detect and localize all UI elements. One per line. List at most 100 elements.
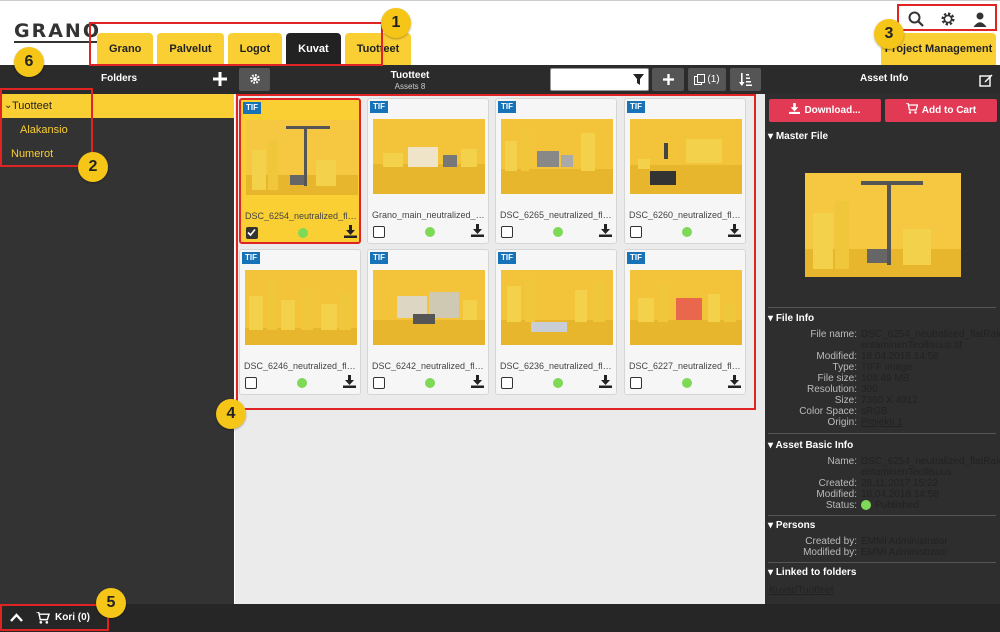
published-status-icon [682, 227, 692, 237]
download-icon[interactable] [599, 375, 612, 388]
download-icon[interactable] [728, 224, 741, 237]
info-key: Color Space: [799, 406, 857, 417]
info-key: Modified by: [803, 547, 857, 558]
callout-badge: 1 [381, 8, 411, 38]
download-icon[interactable] [471, 224, 484, 237]
search-icon[interactable] [908, 11, 924, 27]
persons-header[interactable]: ▾ Persons [768, 520, 815, 531]
select-checkbox[interactable] [501, 377, 513, 389]
check-icon [247, 228, 256, 237]
selection-count: (1) [707, 74, 720, 85]
asset-card[interactable]: TIF DSC_6242_neutralized_flatKoulutus [367, 249, 489, 395]
tab-logot[interactable]: Logot [227, 33, 283, 65]
chevron-up-icon[interactable] [10, 613, 23, 622]
tab-grano[interactable]: Grano [97, 33, 154, 65]
download-icon[interactable] [343, 375, 356, 388]
selection-button[interactable]: (1) [688, 68, 726, 91]
info-key: File size: [817, 373, 857, 384]
edit-icon[interactable] [979, 73, 993, 87]
asset-filename: Grano_main_neutralized_flat [372, 210, 486, 220]
asset-basic-header[interactable]: ▾ Asset Basic Info [768, 440, 853, 451]
file-type-badge: TIF [243, 102, 261, 114]
published-status-icon [298, 228, 308, 238]
asset-card[interactable]: TIF DSC_6260_neutralized_flatTyo [624, 98, 746, 244]
select-checkbox[interactable] [630, 377, 642, 389]
download-icon[interactable] [728, 375, 741, 388]
divider [768, 562, 996, 563]
asset-card[interactable]: TIF DSC_6265_neutralized_flatLiikenne [495, 98, 617, 244]
toolbar: Folders Tuotteet Assets 8 Asset Info [0, 65, 1000, 94]
tab-kuvat[interactable]: Kuvat [286, 33, 341, 65]
master-file-header[interactable]: ▾ Master File [768, 131, 828, 142]
cart-label[interactable]: Kori (0) [55, 612, 90, 623]
select-checkbox[interactable] [246, 227, 258, 239]
add-folder-icon[interactable] [213, 72, 227, 86]
folder-numerot[interactable]: Numerot [0, 142, 234, 166]
info-key: Origin: [827, 417, 857, 428]
download-icon[interactable] [344, 225, 357, 238]
asset-thumbnail [373, 270, 485, 345]
info-value: sRGB [861, 406, 888, 417]
download-icon[interactable] [599, 224, 612, 237]
asset-thumbnail [630, 270, 742, 345]
select-checkbox[interactable] [245, 377, 257, 389]
info-value: 18.04.2018 14:58 [861, 489, 939, 500]
select-checkbox[interactable] [501, 226, 513, 238]
folder-alakansio[interactable]: Alakansio [0, 118, 234, 142]
asset-card[interactable]: TIF DSC_6227_neutralized_flatAsuminen [624, 249, 746, 395]
info-key: File name: [810, 329, 857, 340]
info-key: Name: [827, 456, 857, 467]
add-asset-button[interactable] [652, 68, 684, 91]
select-checkbox[interactable] [373, 226, 385, 238]
asset-count: Assets 8 [394, 82, 426, 91]
sort-button[interactable] [730, 68, 761, 91]
user-icon[interactable] [972, 11, 988, 27]
section-title: Asset Basic Info [775, 440, 854, 451]
linked-folder-link[interactable]: Kuvat/Tuotteet [769, 585, 834, 596]
tab-tuotteet[interactable]: Tuotteet [344, 33, 412, 65]
file-type-badge: TIF [370, 101, 388, 113]
download-button[interactable]: Download... [769, 99, 881, 122]
info-value: EMMi Administrator [861, 536, 948, 547]
info-value: 108.49 MB [861, 373, 910, 384]
master-file-preview[interactable] [805, 173, 961, 277]
asset-card[interactable]: TIF Grano_main_neutralized_flat [367, 98, 489, 244]
filter-icon[interactable] [633, 74, 644, 85]
callout-badge: 3 [874, 19, 904, 49]
callout-badge: 5 [96, 588, 126, 618]
file-type-badge: TIF [627, 101, 645, 113]
info-value: DSC_6254_neutralized_flatRak [861, 329, 1000, 340]
asset-card[interactable]: TIF DSC_6246_neutralized_flatKaupunki [239, 249, 361, 395]
select-checkbox[interactable] [630, 226, 642, 238]
callout-badge: 4 [216, 399, 246, 429]
asset-filename: DSC_6265_neutralized_flatLiikenne [500, 210, 614, 220]
published-status-icon [297, 378, 307, 388]
grano-logo[interactable]: GRANO [14, 21, 101, 43]
info-value: 18.04.2018 14:58 [861, 351, 939, 362]
tab-palvelut[interactable]: Palvelut [157, 33, 224, 65]
asset-filename: DSC_6242_neutralized_flatKoulutus [372, 361, 486, 371]
top-icons [900, 7, 996, 31]
main-nav-tabs: Grano Palvelut Logot Kuvat Tuotteet [97, 33, 412, 65]
folder-settings-button[interactable] [239, 68, 270, 91]
info-key: Created: [818, 478, 857, 489]
asset-card[interactable]: TIF DSC_6254_neutralized_flatRakentamine… [239, 98, 361, 244]
info-value: entaminenTeollisuus [861, 467, 952, 478]
folder-tuotteet[interactable]: ⌄ Tuotteet [0, 94, 234, 118]
current-folder-title: Tuotteet [390, 70, 430, 81]
select-checkbox[interactable] [373, 377, 385, 389]
cart-icon[interactable] [36, 612, 50, 624]
file-info-header[interactable]: ▾ File Info [768, 313, 814, 324]
divider [768, 515, 996, 516]
folder-sidebar [0, 94, 234, 604]
add-to-cart-button[interactable]: Add to Cart [885, 99, 997, 122]
section-title: Linked to folders [775, 567, 857, 578]
gear-icon[interactable] [940, 11, 956, 27]
origin-link[interactable]: Projekti 1 [861, 417, 903, 428]
asset-card[interactable]: TIF DSC_6236_neutralized_flatSuunnittelu [495, 249, 617, 395]
download-icon[interactable] [471, 375, 484, 388]
info-value: 300 [861, 384, 878, 395]
linked-folders-header[interactable]: ▾ Linked to folders [768, 567, 856, 578]
asset-filename: DSC_6260_neutralized_flatTyo [629, 210, 743, 220]
asset-thumbnail [501, 270, 613, 345]
